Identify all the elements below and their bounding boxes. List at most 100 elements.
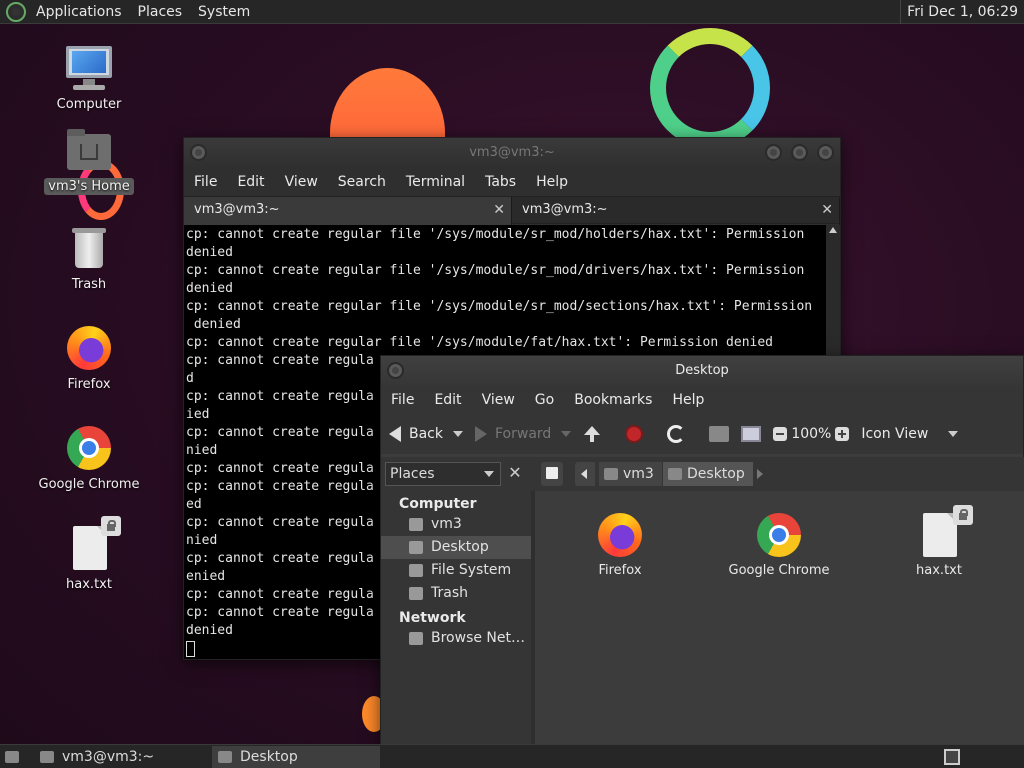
zoom-level: 100% — [791, 426, 832, 442]
sidebar-item-browse-network[interactable]: Browse Net… — [381, 627, 531, 650]
terminal-tab[interactable]: vm3@vm3:~ ✕ — [184, 197, 512, 225]
scroll-up-icon[interactable] — [829, 227, 837, 233]
terminal-icon — [40, 750, 54, 763]
desktop-icon-home[interactable]: vm3's Home — [34, 126, 144, 195]
desktop-icon-firefox[interactable]: Firefox — [34, 324, 144, 393]
forward-arrow-icon — [475, 426, 487, 442]
menu-view[interactable]: View — [275, 174, 328, 190]
menu-help[interactable]: Help — [526, 174, 578, 190]
tab-close-icon[interactable]: ✕ — [493, 197, 505, 223]
breadcrumb-label: Desktop — [687, 466, 745, 482]
reload-icon[interactable] — [667, 425, 686, 443]
menu-system[interactable]: System — [190, 0, 258, 24]
close-button[interactable] — [817, 144, 834, 161]
stop-icon[interactable] — [625, 425, 644, 443]
file-item-hax-txt[interactable]: hax.txt — [879, 505, 999, 578]
zoom-in-icon[interactable] — [835, 427, 850, 441]
back-button[interactable]: Back — [389, 426, 463, 442]
zoom-out-icon[interactable] — [773, 427, 788, 441]
taskbar-item-label: Desktop — [240, 748, 298, 765]
desktop-icon-trash[interactable]: Trash — [34, 224, 144, 293]
menu-file[interactable]: File — [184, 174, 227, 190]
edit-location-icon[interactable] — [541, 462, 563, 486]
lock-icon — [953, 505, 973, 525]
taskbar-item-desktop[interactable]: Desktop — [212, 745, 380, 768]
forward-history-dropdown-icon[interactable] — [561, 431, 572, 437]
firefox-icon — [596, 511, 644, 559]
terminal-line: denied — [186, 245, 233, 260]
file-manager-window[interactable]: Desktop File Edit View Go Bookmarks Help… — [380, 355, 1024, 745]
back-history-dropdown-icon[interactable] — [453, 431, 463, 437]
bottom-panel: vm3@vm3:~ Desktop — [0, 744, 1024, 768]
menu-search[interactable]: Search — [328, 174, 396, 190]
taskbar-item-terminal[interactable]: vm3@vm3:~ — [34, 746, 202, 768]
menu-terminal[interactable]: Terminal — [396, 174, 475, 190]
terminal-tab-bar: vm3@vm3:~ ✕ vm3@vm3:~ ✕ — [184, 196, 840, 225]
desktop-folder-icon — [409, 541, 423, 554]
desktop-icon-hax-txt[interactable]: hax.txt — [34, 516, 144, 593]
minimize-button[interactable] — [765, 144, 782, 161]
show-desktop-button[interactable] — [0, 745, 24, 768]
wallpaper-ring-shape — [650, 28, 770, 148]
desktop-icon-label: Google Chrome — [38, 477, 140, 492]
menu-go[interactable]: Go — [525, 392, 564, 408]
maximize-button[interactable] — [791, 144, 808, 161]
computer-icon[interactable] — [741, 426, 762, 442]
sidebar-item-file-system[interactable]: File System — [381, 559, 531, 582]
firefox-icon — [65, 324, 113, 372]
menu-bookmarks[interactable]: Bookmarks — [564, 392, 662, 408]
file-item-label: hax.txt — [916, 563, 962, 578]
home-icon[interactable] — [709, 426, 730, 442]
terminal-tab[interactable]: vm3@vm3:~ ✕ — [512, 197, 840, 225]
back-arrow-icon — [389, 426, 401, 442]
file-view[interactable]: Firefox Google Chrome hax.txt — [535, 491, 1024, 745]
terminal-cursor — [186, 640, 195, 657]
places-label: Places — [390, 466, 435, 482]
view-mode-select[interactable]: Icon View — [861, 426, 959, 442]
distro-logo-icon[interactable] — [6, 1, 26, 22]
window-menu-button[interactable] — [190, 144, 207, 161]
menu-file[interactable]: File — [381, 392, 424, 408]
desktop-icon-label: Firefox — [67, 377, 111, 392]
terminal-titlebar[interactable]: vm3@vm3:~ — [184, 138, 840, 168]
sidebar-header-computer: Computer — [399, 496, 477, 512]
terminal-line: denied — [186, 281, 233, 296]
file-item-chrome[interactable]: Google Chrome — [719, 511, 839, 578]
window-menu-button[interactable] — [387, 362, 404, 379]
trash-icon — [409, 587, 423, 600]
tab-close-icon[interactable]: ✕ — [821, 197, 833, 223]
breadcrumb-desktop[interactable]: Desktop — [663, 462, 753, 486]
menu-edit[interactable]: Edit — [424, 392, 471, 408]
menu-edit[interactable]: Edit — [227, 174, 274, 190]
desktop-icon-label: Trash — [71, 277, 107, 292]
menu-view[interactable]: View — [472, 392, 525, 408]
workspace-switcher[interactable] — [944, 749, 960, 765]
clock[interactable]: Fri Dec 1, 06:29 — [900, 0, 1024, 24]
file-manager-titlebar[interactable]: Desktop — [381, 356, 1023, 386]
breadcrumb-next-icon[interactable] — [753, 462, 769, 486]
sidebar-places-select[interactable]: Places — [385, 462, 501, 486]
up-icon[interactable] — [583, 425, 601, 443]
menu-tabs[interactable]: Tabs — [475, 174, 526, 190]
sidebar-item-label: Browse Net… — [431, 630, 526, 646]
sidebar-item-label: vm3 — [431, 516, 462, 532]
sidebar-item-trash[interactable]: Trash — [381, 582, 531, 605]
menu-help[interactable]: Help — [662, 392, 714, 408]
breadcrumb-vm3[interactable]: vm3 — [599, 462, 662, 486]
desktop-icon-chrome[interactable]: Google Chrome — [34, 424, 144, 493]
close-sidebar-icon[interactable]: ✕ — [505, 462, 525, 486]
sidebar-item-desktop[interactable]: Desktop — [381, 536, 531, 559]
terminal-title: vm3@vm3:~ — [469, 145, 555, 160]
breadcrumb-prev-icon[interactable] — [575, 462, 595, 486]
file-item-label: Google Chrome — [728, 563, 830, 578]
menu-applications[interactable]: Applications — [28, 0, 130, 24]
terminal-line: cp: cannot create regular file '/sys/mod… — [186, 299, 813, 314]
home-folder-icon — [65, 126, 113, 174]
sidebar-item-vm3[interactable]: vm3 — [381, 513, 531, 536]
desktop-icon-computer[interactable]: Computer — [34, 44, 144, 113]
forward-button[interactable]: Forward — [475, 426, 572, 442]
menu-places[interactable]: Places — [130, 0, 191, 24]
desktop-folder-icon — [668, 468, 682, 480]
text-file-icon — [915, 505, 973, 559]
file-item-firefox[interactable]: Firefox — [560, 511, 680, 578]
